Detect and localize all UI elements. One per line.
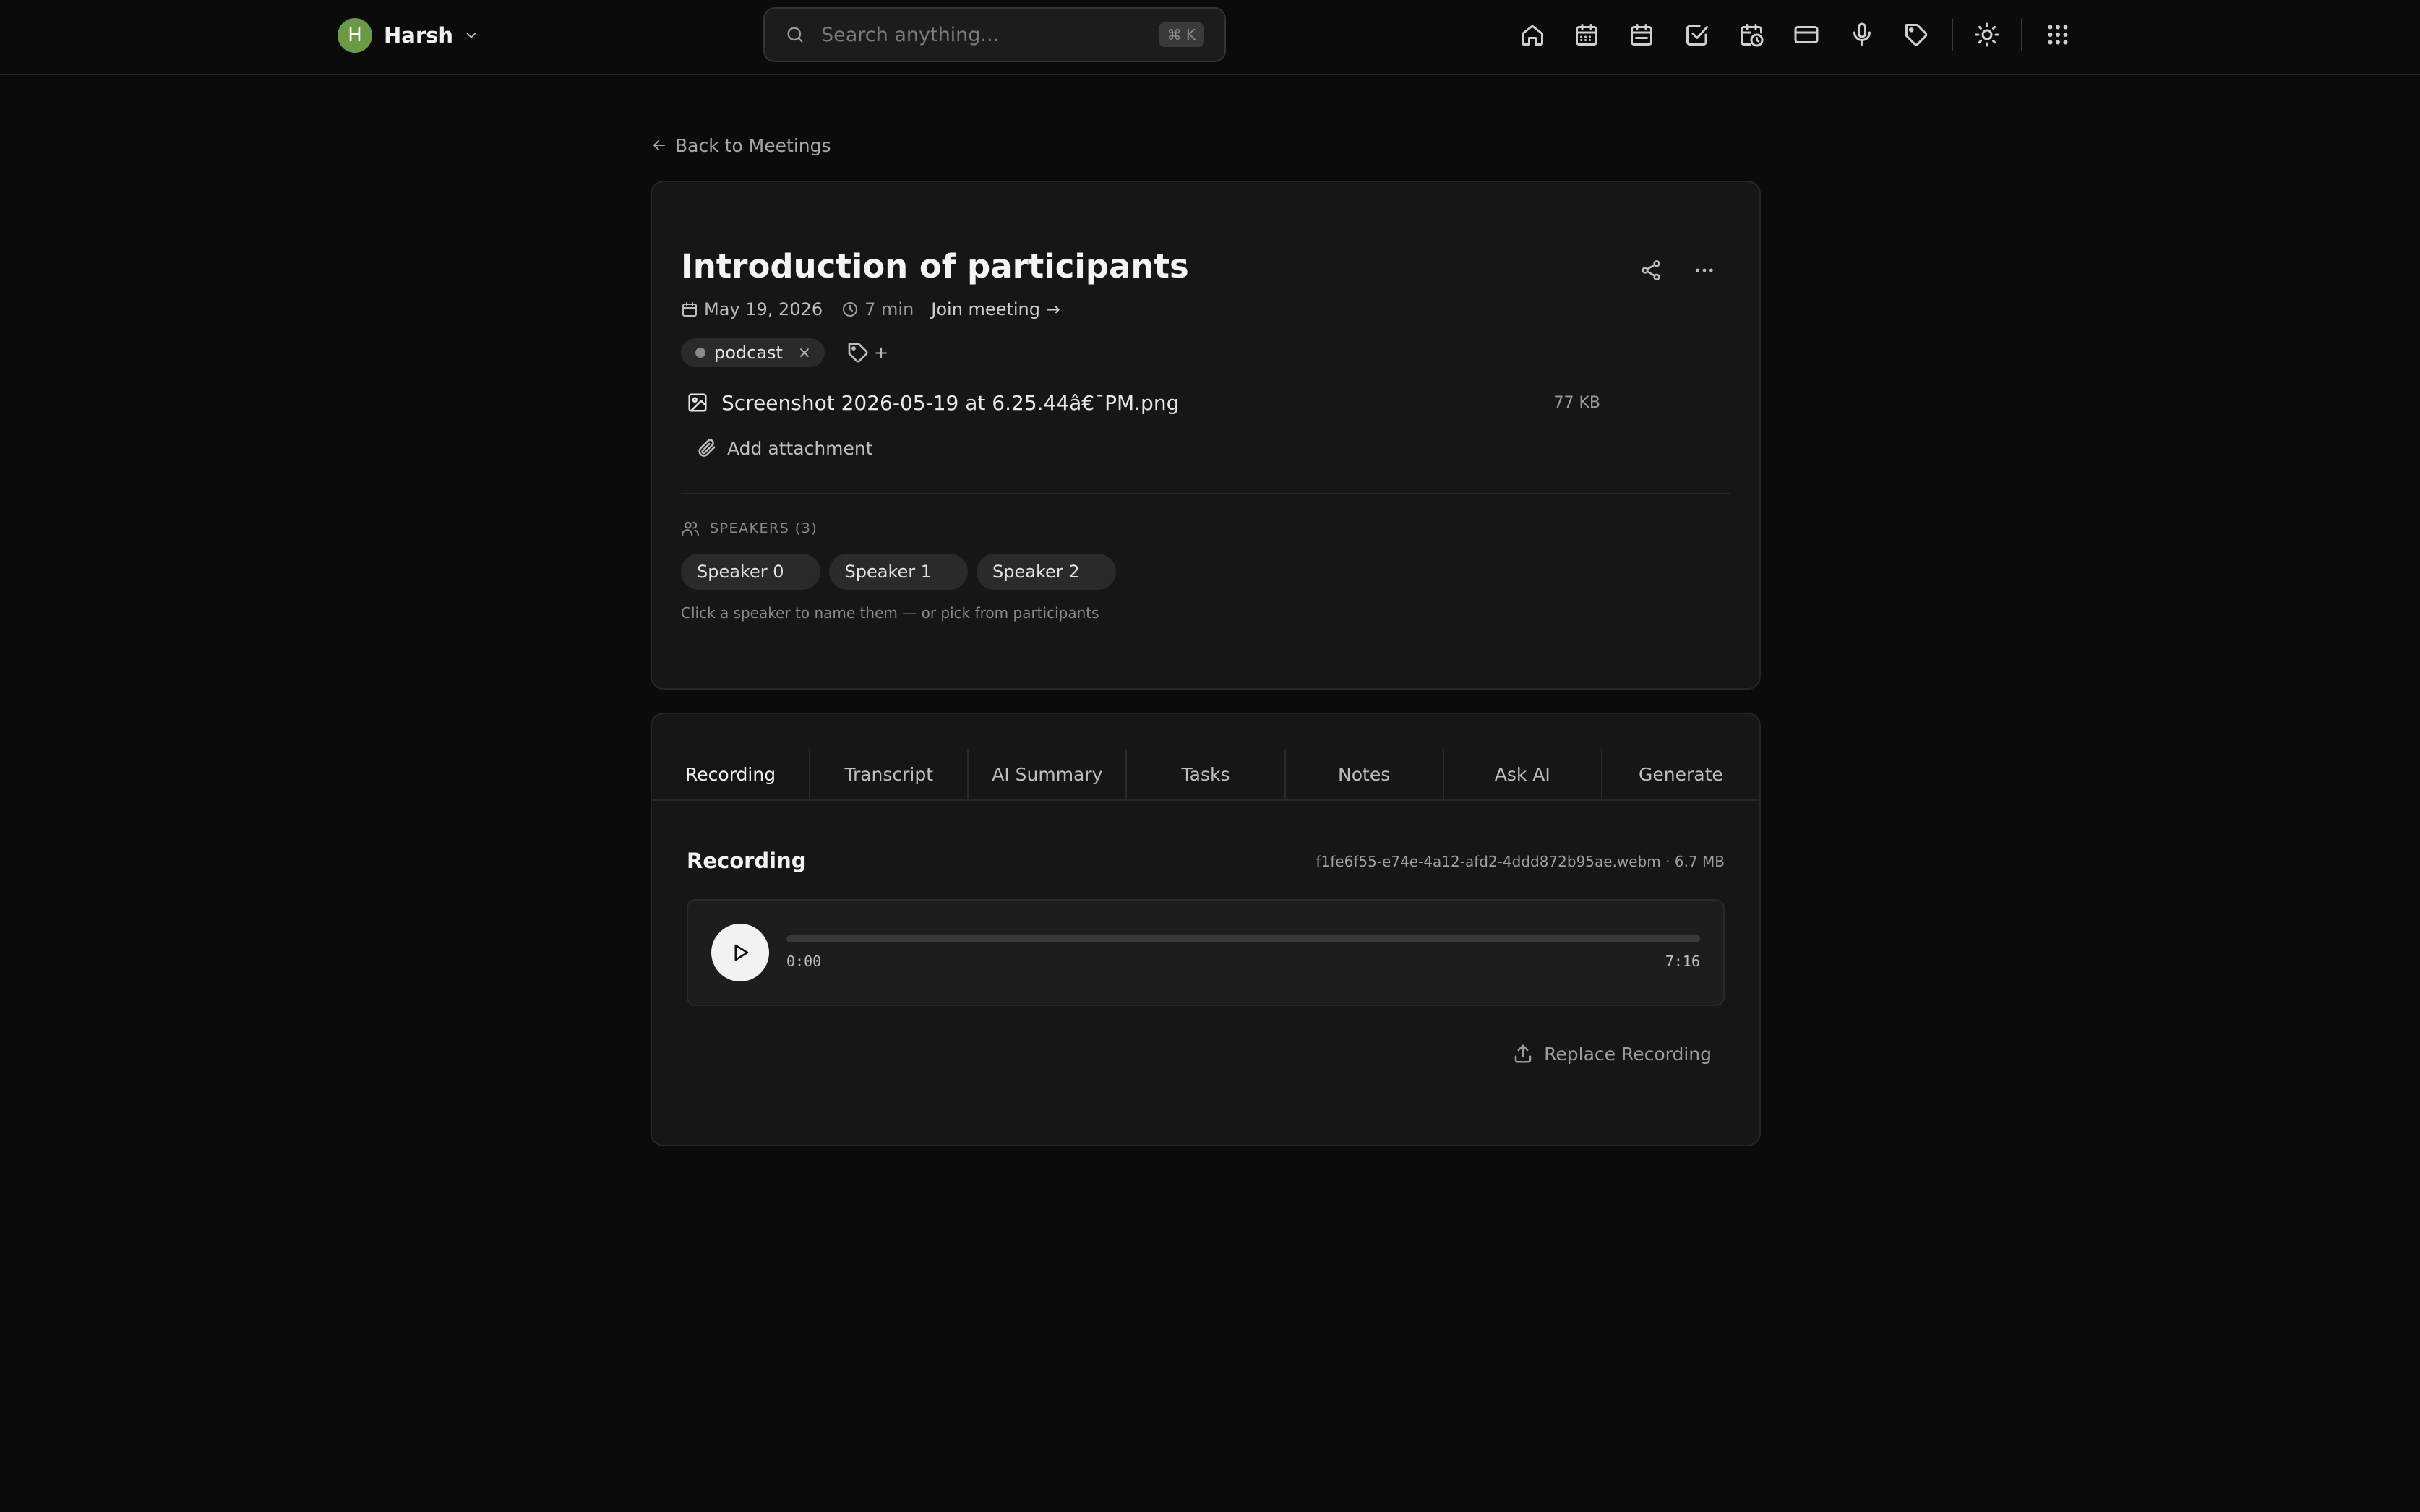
nav-divider: [1952, 19, 1953, 51]
replace-recording-label: Replace Recording: [1544, 1043, 1712, 1065]
meeting-title: Introduction of participants: [681, 247, 1189, 285]
apps-grid-icon[interactable]: [2043, 20, 2073, 50]
add-tag-label: +: [873, 343, 889, 363]
meeting-content-card: Recording Transcript AI Summary Tasks No…: [651, 713, 1761, 1146]
tag-icon[interactable]: [1901, 20, 1931, 50]
search-input[interactable]: [820, 22, 1159, 47]
speaker-chip[interactable]: Speaker 1: [828, 554, 969, 590]
upload-icon: [1514, 1044, 1532, 1063]
tab-ask-ai[interactable]: Ask AI: [1444, 749, 1602, 799]
search-shortcut-badge: ⌘ K: [1158, 22, 1204, 47]
tab-bar: Recording Transcript AI Summary Tasks No…: [652, 749, 1759, 801]
arrow-left-icon: [653, 140, 665, 150]
play-icon: [734, 944, 749, 961]
user-menu[interactable]: H Harsh: [338, 18, 479, 53]
add-attachment-label: Add attachment: [727, 437, 873, 459]
attachment-filename: Screenshot 2026-05-19 at 6.25.44â€¯PM.pn…: [721, 390, 1180, 415]
nav-divider: [2021, 19, 2022, 51]
tab-generate[interactable]: Generate: [1602, 749, 1759, 799]
tab-transcript[interactable]: Transcript: [810, 749, 969, 799]
tag-label: podcast: [714, 343, 783, 363]
chevron-down-icon: [463, 27, 479, 43]
calendar-days-icon[interactable]: [1626, 20, 1657, 50]
user-name: Harsh: [384, 23, 454, 48]
speaker-list: Speaker 0 Speaker 1 Speaker 2: [681, 554, 1116, 590]
tab-recording[interactable]: Recording: [652, 749, 811, 799]
attachment-size: 77 KB: [1553, 393, 1600, 412]
calendar-icon[interactable]: [1571, 20, 1602, 50]
speaker-chip[interactable]: Speaker 2: [977, 554, 1116, 590]
divider: [681, 493, 1730, 494]
attachment-item[interactable]: Screenshot 2026-05-19 at 6.25.44â€¯PM.pn…: [687, 387, 1670, 418]
meeting-date-text: May 19, 2026: [704, 299, 823, 319]
meeting-meta: May 19, 2026 7 min Join meeting →: [681, 298, 1060, 321]
share-icon[interactable]: [1636, 256, 1665, 285]
back-link-label: Back to Meetings: [675, 134, 831, 156]
join-meeting-link[interactable]: Join meeting →: [931, 299, 1060, 319]
card-actions: [1636, 256, 1719, 285]
meeting-date: May 19, 2026: [681, 299, 823, 319]
recording-section-title: Recording: [687, 849, 807, 873]
tag-list: podcast +: [681, 338, 888, 367]
microphone-icon[interactable]: [1847, 20, 1877, 50]
total-time: 7:16: [1665, 953, 1700, 970]
calendar-icon: [682, 302, 697, 317]
tab-tasks[interactable]: Tasks: [1127, 749, 1286, 799]
credit-card-icon[interactable]: [1791, 20, 1822, 50]
meeting-duration: 7 min: [841, 299, 914, 319]
users-icon: [682, 521, 699, 536]
add-attachment-button[interactable]: Add attachment: [695, 435, 873, 461]
replace-recording-button[interactable]: Replace Recording: [1512, 1039, 1712, 1068]
more-options-icon[interactable]: [1690, 256, 1719, 285]
clock-icon: [843, 302, 858, 317]
speakers-heading: SPEAKERS (3): [681, 517, 818, 539]
progress-track[interactable]: [786, 935, 1700, 942]
speakers-heading-label: SPEAKERS (3): [710, 520, 818, 536]
top-bar: H Harsh ⌘ K: [0, 0, 2420, 75]
tab-ai-summary[interactable]: AI Summary: [969, 749, 1128, 799]
tag-icon: [848, 343, 868, 363]
back-to-meetings-link[interactable]: Back to Meetings: [651, 133, 831, 158]
calendar-clock-icon[interactable]: [1736, 20, 1767, 50]
play-button[interactable]: [711, 924, 769, 981]
image-icon: [688, 393, 707, 412]
search-icon: [785, 25, 805, 45]
add-tag-button[interactable]: +: [846, 341, 888, 364]
home-icon[interactable]: [1517, 20, 1548, 50]
search-box[interactable]: ⌘ K: [763, 7, 1226, 62]
paperclip-icon: [698, 439, 716, 457]
tag-chip: podcast: [681, 338, 825, 367]
audio-player: 0:00 7:16: [687, 899, 1725, 1006]
avatar: H: [338, 18, 372, 53]
meeting-details-card: Introduction of participants May 19, 202…: [651, 181, 1761, 690]
speaker-chip[interactable]: Speaker 0: [681, 554, 820, 590]
remove-tag-close-icon[interactable]: [797, 345, 812, 360]
checkbox-icon[interactable]: [1682, 20, 1712, 50]
tab-notes[interactable]: Notes: [1286, 749, 1444, 799]
sun-icon[interactable]: [1972, 20, 2002, 50]
recording-file-info: f1fe6f55-e74e-4a12-afd2-4ddd872b95ae.web…: [1316, 853, 1725, 870]
meeting-duration-text: 7 min: [864, 299, 914, 319]
speakers-hint: Click a speaker to name them — or pick f…: [681, 604, 1099, 622]
tag-color-dot: [695, 348, 705, 358]
current-time: 0:00: [786, 953, 822, 970]
